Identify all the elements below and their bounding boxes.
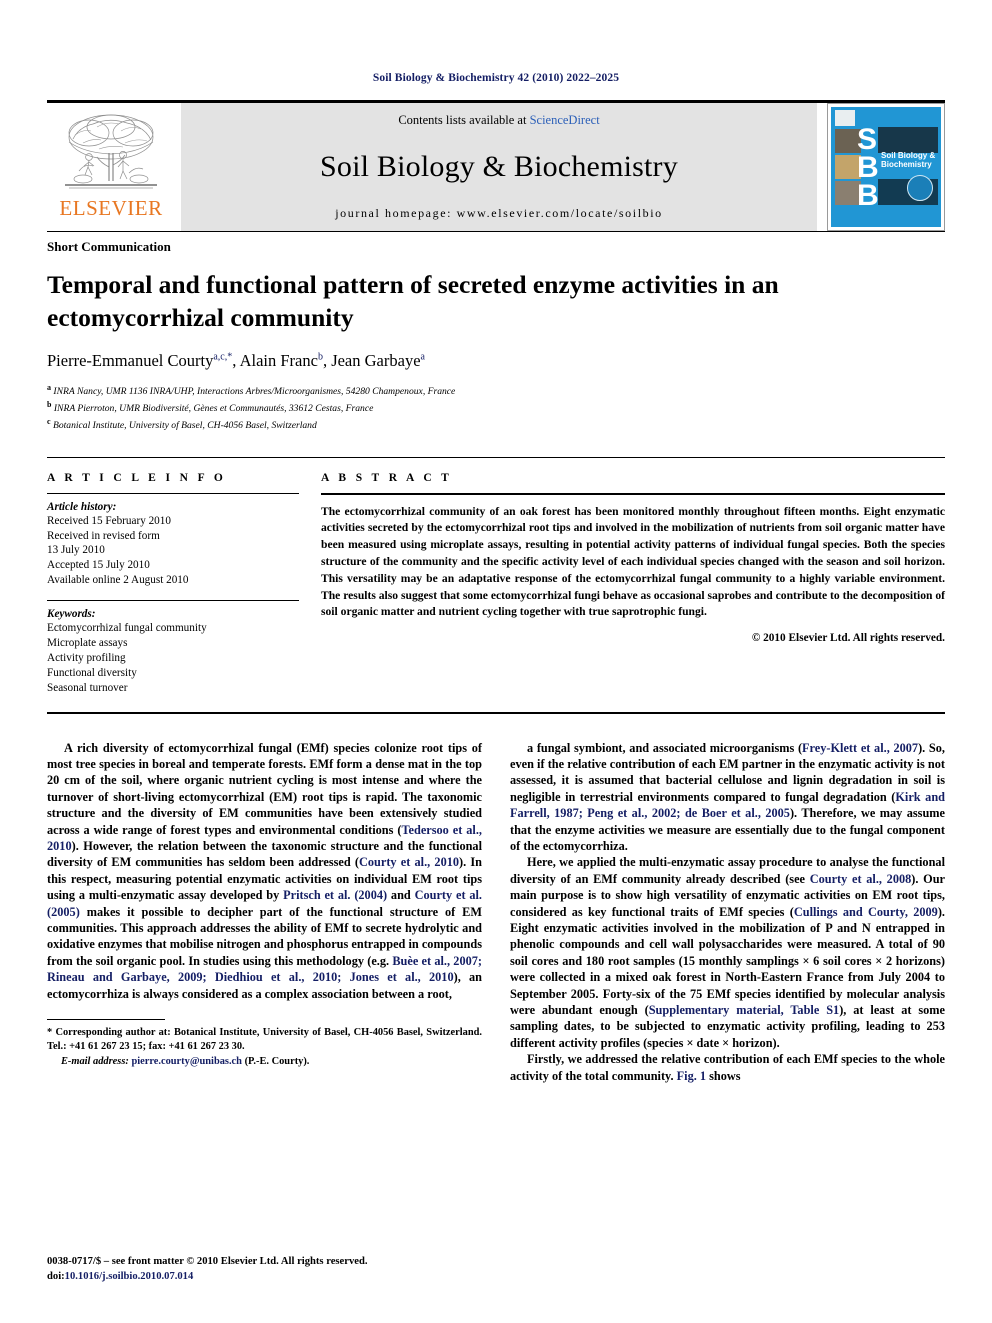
body-paragraph: Here, we applied the multi-enzymatic ass… <box>510 854 945 1051</box>
keyword-5: Seasonal turnover <box>47 681 128 694</box>
journal-homepage-link[interactable]: journal homepage: www.elsevier.com/locat… <box>335 206 663 221</box>
cover-header-box <box>835 110 855 126</box>
article-page: Soil Biology & Biochemistry 42 (2010) 20… <box>0 0 992 1323</box>
body-paragraph: A rich diversity of ectomycorrhizal fung… <box>47 740 482 1003</box>
affiliation-a-mark: a <box>47 383 51 393</box>
affiliation-a-text: INRA Nancy, UMR 1136 INRA/UHP, Interacti… <box>53 386 456 398</box>
author-1-marks: a,c,* <box>213 351 233 363</box>
affiliation-c-text: Botanical Institute, University of Basel… <box>52 420 317 432</box>
email-label: E-mail address: <box>61 1055 129 1067</box>
affiliation-c: c Botanical Institute, University of Bas… <box>47 416 945 433</box>
citation-link[interactable]: Cullings and Courty, 2009 <box>794 905 938 919</box>
body-text-run: ). Eight enzymatic activities involved i… <box>510 904 945 1018</box>
abstract-bottom-rule <box>47 711 945 714</box>
author-3-marks: a <box>420 351 425 363</box>
article-info-heading: A R T I C L E I N F O <box>47 471 227 484</box>
elsevier-logo: ELSEVIER <box>47 103 175 231</box>
sciencedirect-link[interactable]: ScienceDirect <box>530 113 600 127</box>
body-column-right: a fungal symbiont, and associated microo… <box>510 740 945 1085</box>
email-line: E-mail address: pierre.courty@unibas.ch … <box>47 1055 482 1069</box>
affiliation-b: b INRA Pierroton, UMR Biodiversité, Gène… <box>47 399 945 416</box>
body-text-left: A rich diversity of ectomycorrhizal fung… <box>47 740 482 1003</box>
abstract-heading: A B S T R A C T <box>321 471 453 484</box>
affiliation-b-mark: b <box>47 400 52 410</box>
cover-artwork: S B B Soil Biology & Biochemistry <box>831 107 941 227</box>
body-text-run: shows <box>706 1068 741 1083</box>
keywords-label: Keywords: <box>47 608 96 621</box>
front-matter-line: 0038-0717/$ – see front matter © 2010 El… <box>47 1256 368 1268</box>
doi-link[interactable]: 10.1016/j.soilbio.2010.07.014 <box>65 1271 194 1282</box>
affiliation-list: a INRA Nancy, UMR 1136 INRA/UHP, Interac… <box>47 382 945 432</box>
citation-link[interactable]: Supplementary material, Table S1 <box>649 1003 839 1017</box>
affiliation-a: a INRA Nancy, UMR 1136 INRA/UHP, Interac… <box>47 382 945 399</box>
abstract-text: The ectomycorrhizal community of an oak … <box>321 504 946 619</box>
body-text-run: and <box>387 888 415 903</box>
citation-link[interactable]: Fig. 1 <box>677 1069 706 1083</box>
cover-journal-name: Soil Biology & Biochemistry <box>881 151 936 170</box>
doi-line: doi:10.1016/j.soilbio.2010.07.014 <box>47 1270 367 1285</box>
masthead-bottom-rule <box>47 231 945 232</box>
abstract-column: A B S T R A C T The ectomycorrhizal comm… <box>321 472 945 696</box>
keyword-2: Microplate assays <box>47 636 128 649</box>
body-columns: A rich diversity of ectomycorrhizal fung… <box>47 740 945 1085</box>
corresponding-author-text: * Corresponding author at: Botanical Ins… <box>47 1027 482 1053</box>
article-history-label: Article history: <box>47 500 117 513</box>
journal-cover-thumbnail[interactable]: S B B Soil Biology & Biochemistry <box>827 103 945 231</box>
affiliation-c-mark: c <box>47 416 51 426</box>
citation-link[interactable]: Courty et al., 2008 <box>810 872 912 886</box>
journal-masthead: ELSEVIER Contents lists available at Sci… <box>47 100 945 231</box>
footnote-block: * Corresponding author at: Botanical Ins… <box>47 1019 482 1069</box>
email-address[interactable]: pierre.courty@unibas.ch <box>131 1056 242 1067</box>
cover-society-logo <box>907 175 933 201</box>
citation-link[interactable]: Courty et al., 2010 <box>359 855 459 869</box>
author-2: Alain Franc <box>239 351 318 371</box>
author-list: Pierre-Emmanuel Courtya,c,*, Alain Franc… <box>47 351 425 371</box>
email-suffix: (P.-E. Courty). <box>244 1055 310 1067</box>
keyword-1: Ectomycorrhizal fungal community <box>47 622 207 635</box>
keyword-3: Activity profiling <box>47 651 126 664</box>
journal-banner: Contents lists available at ScienceDirec… <box>181 103 817 231</box>
cover-photo-tile-4 <box>878 127 938 153</box>
affiliation-b-text: INRA Pierroton, UMR Biodiversité, Gènes … <box>53 403 374 415</box>
page-title: Temporal and functional pattern of secre… <box>47 270 779 332</box>
author-3: Jean Garbaye <box>331 351 421 371</box>
body-text-right: a fungal symbiont, and associated microo… <box>510 740 945 1085</box>
body-paragraph: Firstly, we addressed the relative contr… <box>510 1051 945 1084</box>
author-2-marks: b <box>317 351 323 363</box>
citation-link[interactable]: Pritsch et al. (2004) <box>283 888 387 902</box>
article-history-1: Received 15 February 2010 <box>47 514 171 527</box>
info-abstract-block: A R T I C L E I N F O Article history: R… <box>47 456 945 696</box>
article-history-5: Available online 2 August 2010 <box>47 574 189 587</box>
corresponding-author-note: * Corresponding author at: Botanical Ins… <box>47 1026 482 1069</box>
contents-lists-line: Contents lists available at ScienceDirec… <box>398 113 599 128</box>
footnote-rule <box>47 1019 165 1021</box>
page-footer: 0038-0717/$ – see front matter © 2010 El… <box>47 1255 367 1285</box>
article-history-2: Received in revised form <box>47 529 160 542</box>
article-info-rule <box>47 492 299 494</box>
journal-title: Soil Biology & Biochemistry <box>320 150 678 183</box>
abstract-rule <box>321 492 945 495</box>
article-history-4: Accepted 15 July 2010 <box>47 559 150 572</box>
article-history-3: 13 July 2010 <box>47 544 105 557</box>
contents-prefix: Contents lists available at <box>398 113 530 127</box>
author-1: Pierre-Emmanuel Courty <box>47 351 214 371</box>
body-text-run: a fungal symbiont, and associated microo… <box>527 740 803 755</box>
running-head: Soil Biology & Biochemistry 42 (2010) 20… <box>372 72 620 84</box>
keywords-section: Keywords: Ectomycorrhizal fungal communi… <box>47 600 299 695</box>
elsevier-tree-icon <box>65 114 157 189</box>
cover-letter-b2: B <box>857 179 879 212</box>
keyword-4: Functional diversity <box>47 666 137 679</box>
citation-link[interactable]: Frey-Klett et al., 2007 <box>802 741 918 755</box>
article-info-column: A R T I C L E I N F O Article history: R… <box>47 472 299 696</box>
body-column-left: A rich diversity of ectomycorrhizal fung… <box>47 740 482 1085</box>
article-section-type: Short Communication <box>47 239 171 254</box>
doi-label: doi: <box>47 1271 65 1283</box>
abstract-copyright: © 2010 Elsevier Ltd. All rights reserved… <box>751 632 945 645</box>
elsevier-wordmark: ELSEVIER <box>59 196 163 220</box>
body-paragraph: a fungal symbiont, and associated microo… <box>510 740 945 855</box>
